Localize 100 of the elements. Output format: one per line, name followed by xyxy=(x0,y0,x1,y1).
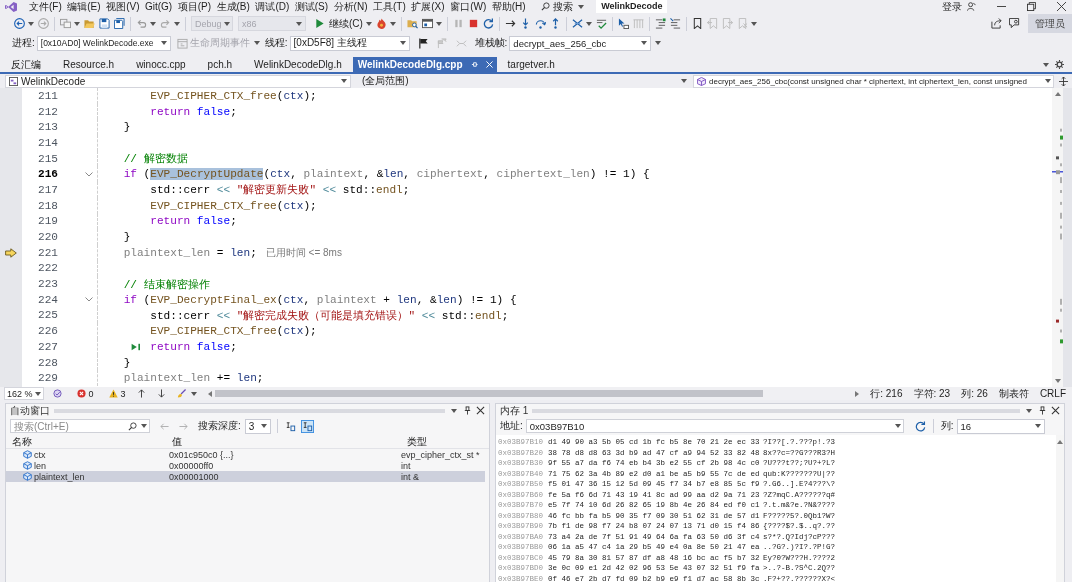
search-button[interactable]: 搜索 xyxy=(541,0,585,13)
caret-icon[interactable] xyxy=(174,21,180,26)
menu-item[interactable]: 测试(S) xyxy=(292,0,331,13)
collapse-chevron-icon[interactable] xyxy=(85,297,93,303)
pin-icon[interactable] xyxy=(1038,406,1047,415)
up-arrow-icon[interactable] xyxy=(136,389,146,398)
scroll-right-icon[interactable] xyxy=(855,390,860,397)
restart-icon[interactable] xyxy=(482,18,494,29)
caret-icon[interactable] xyxy=(28,21,34,26)
process-dropdown[interactable]: [0x10AD0] WelinkDecode.exe xyxy=(36,35,171,51)
caret-icon[interactable] xyxy=(365,21,372,26)
folder-search-icon[interactable] xyxy=(406,18,418,29)
document-tab[interactable]: targetver.h xyxy=(496,57,566,72)
split-window-icon[interactable] xyxy=(1059,76,1068,86)
sign-in-link[interactable]: 登录 xyxy=(942,0,962,13)
search-icon[interactable] xyxy=(128,421,137,431)
member-dropdown[interactable]: decrypt_aes_256_cbc(const unsigned char * ciphertext, int ciphertext_len, const unsigned xyxy=(693,74,1054,88)
menu-item[interactable]: 文件(F) xyxy=(27,0,64,13)
window-icon[interactable] xyxy=(421,18,433,29)
caret-icon[interactable] xyxy=(389,21,396,26)
caret-icon[interactable] xyxy=(894,424,901,428)
check-mark-icon[interactable] xyxy=(595,18,607,29)
line-ending-indicator[interactable]: CRLF xyxy=(1039,388,1066,399)
scroll-up-icon[interactable] xyxy=(1054,92,1061,96)
document-tab[interactable]: pch.h xyxy=(196,57,244,72)
caret-icon[interactable] xyxy=(578,4,585,9)
scroll-down-icon[interactable] xyxy=(1054,379,1061,383)
share-icon[interactable] xyxy=(991,18,1002,29)
close-icon[interactable] xyxy=(476,406,485,415)
pin-icon[interactable] xyxy=(463,406,472,415)
caret-icon[interactable] xyxy=(34,391,41,396)
variable-row[interactable]: ctx 0x01c950c0 {...} evp_cipher_ctx_st * xyxy=(6,449,485,460)
crossed-lines-icon[interactable] xyxy=(571,18,583,29)
menu-item[interactable]: 帮助(H) xyxy=(489,0,528,13)
close-icon[interactable] xyxy=(1051,406,1060,415)
menu-item[interactable]: 扩展(X) xyxy=(409,0,447,13)
indentation-indicator[interactable]: 制表符 xyxy=(998,386,1029,401)
window-options-caret-icon[interactable] xyxy=(1026,408,1032,413)
thread-dropdown[interactable]: [0xD5F8] 主线程 xyxy=(289,35,410,51)
feedback-icon[interactable] xyxy=(1009,18,1020,29)
person-icon[interactable] xyxy=(967,2,976,11)
restore-icon[interactable] xyxy=(1027,2,1036,11)
menu-item[interactable]: 生成(B) xyxy=(214,0,252,13)
address-field[interactable]: 0x03B97B10 xyxy=(525,419,904,433)
line-indicator[interactable]: 行: 216 xyxy=(870,386,903,401)
caret-icon[interactable] xyxy=(750,21,757,26)
scope-dropdown[interactable]: (全局范围) xyxy=(354,74,690,88)
document-tab[interactable]: Resource.h xyxy=(52,57,126,72)
step-over-icon[interactable] xyxy=(534,18,546,29)
window-options-caret-icon[interactable] xyxy=(451,408,457,413)
caret-icon[interactable] xyxy=(160,41,167,45)
stack-frame-dropdown[interactable]: decrypt_aes_256_cbc xyxy=(509,35,652,51)
run-to-click-icon[interactable] xyxy=(131,342,142,351)
flame-icon[interactable] xyxy=(375,18,387,29)
search-field[interactable]: 搜索(Ctrl+E) xyxy=(10,419,150,433)
scroll-up-icon[interactable] xyxy=(1057,440,1063,444)
warnings-button[interactable]: 3 xyxy=(108,388,126,399)
search-depth-dropdown[interactable]: 3 xyxy=(244,418,271,434)
drag-grip[interactable] xyxy=(532,408,1020,413)
bookmark-icon[interactable] xyxy=(691,18,703,29)
caret-icon[interactable] xyxy=(190,391,197,396)
columns-dropdown[interactable]: 16 xyxy=(956,418,1045,434)
column-indicator[interactable]: 列: 26 xyxy=(961,386,988,401)
right-arrow-icon[interactable] xyxy=(504,18,516,29)
project-dropdown[interactable]: WelinkDecode xyxy=(5,74,351,88)
indent-lines-icon[interactable] xyxy=(654,18,666,29)
menu-item[interactable]: 分析(N) xyxy=(331,0,370,13)
document-tab[interactable]: 反汇编 xyxy=(0,57,52,72)
character-indicator[interactable]: 字符: 23 xyxy=(913,386,951,401)
errors-button[interactable]: 0 xyxy=(76,388,94,399)
vertical-scrollbar[interactable] xyxy=(1056,435,1064,582)
caret-icon[interactable] xyxy=(681,79,687,83)
scroll-left-icon[interactable] xyxy=(207,390,212,397)
caret-icon[interactable] xyxy=(141,424,147,428)
cursor-icon[interactable] xyxy=(617,18,629,29)
cursor-box-icon[interactable] xyxy=(300,419,314,433)
tab-list-caret-icon[interactable] xyxy=(1043,62,1049,67)
menu-item[interactable]: 视图(V) xyxy=(104,0,142,13)
menu-item[interactable]: Git(G) xyxy=(142,0,175,13)
menu-item[interactable]: 工具(T) xyxy=(371,0,408,13)
column-header[interactable]: 名称 xyxy=(6,434,166,449)
menu-item[interactable]: 窗口(W) xyxy=(448,0,489,13)
save-all-icon[interactable] xyxy=(114,18,125,29)
brush-icon[interactable] xyxy=(176,389,186,398)
caret-icon[interactable] xyxy=(641,41,648,45)
variable-row[interactable]: len 0x00000ff0 int xyxy=(6,460,485,471)
collapse-chevron-icon[interactable] xyxy=(85,171,93,177)
check-circle-icon[interactable] xyxy=(52,389,62,398)
zoom-dropdown[interactable]: 162 % xyxy=(4,387,44,400)
stop-icon[interactable] xyxy=(467,18,479,29)
caret-icon[interactable] xyxy=(260,424,267,428)
column-header[interactable]: 类型 xyxy=(401,434,486,449)
caret-icon[interactable] xyxy=(150,21,156,26)
caret-icon[interactable] xyxy=(585,21,592,26)
back-arrow-icon[interactable] xyxy=(14,18,25,29)
close-icon[interactable] xyxy=(1057,2,1066,11)
drag-grip[interactable] xyxy=(54,408,445,413)
outdent-lines-icon[interactable] xyxy=(669,18,681,29)
variable-row[interactable]: plaintext_len 0x00001000 int & xyxy=(6,471,485,482)
caret-icon[interactable] xyxy=(399,41,406,45)
